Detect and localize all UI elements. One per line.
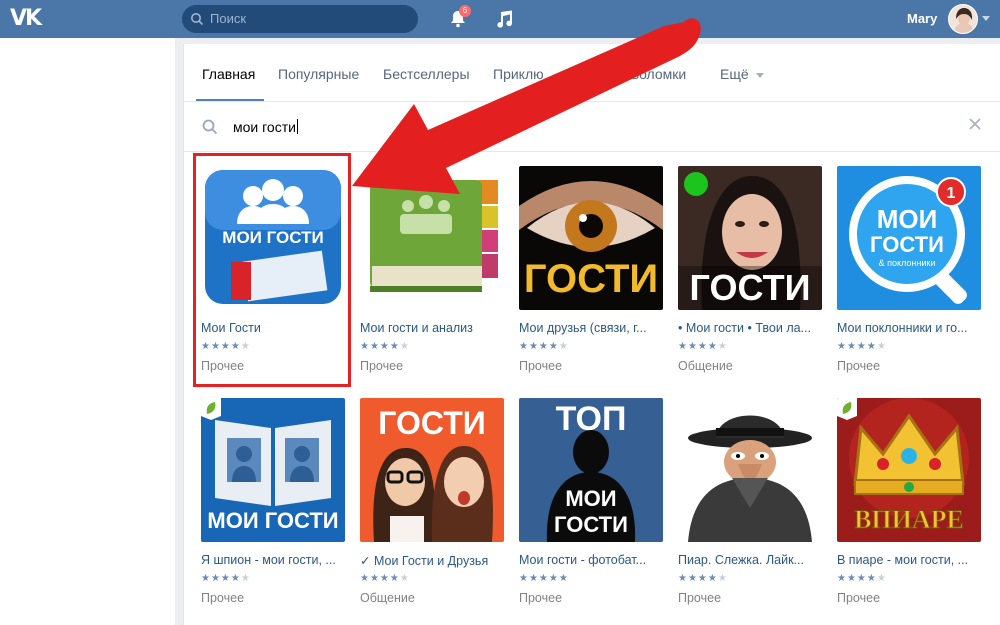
eye-gosti-icon[interactable]: ГОСТИ — [519, 166, 663, 310]
chevron-down-icon[interactable] — [982, 16, 990, 21]
icon-text: ГОСТИ — [870, 232, 944, 257]
left-column — [0, 38, 175, 625]
app-title[interactable]: Мои друзья (связи, г... — [519, 321, 669, 335]
tab-bar: Главная Популярные Бестселлеры Приклю ов… — [184, 44, 1000, 102]
tab-popular[interactable]: Популярные — [278, 66, 359, 82]
apps-search-input[interactable]: мои гости — [233, 119, 298, 135]
app-title[interactable]: Мои гости - фотобат... — [519, 553, 669, 567]
app-title[interactable]: Я шпион - мои гости, ... — [201, 553, 351, 567]
icon-text: МОИ — [877, 204, 938, 234]
icon-text: ВПИАРЕ — [854, 505, 964, 534]
tab-adventures[interactable]: Приклю — [493, 66, 544, 82]
app-title[interactable]: Мои поклонники и го... — [837, 321, 987, 335]
rating-stars: ★★★★★ — [360, 341, 410, 352]
search-placeholder: Поиск — [210, 11, 247, 26]
user-name[interactable]: Mary — [907, 11, 937, 26]
album-moi-gosti-icon[interactable]: МОИ ГОСТИ — [201, 398, 345, 542]
tab-main[interactable]: Главная — [202, 66, 255, 82]
notification-badge: 6 — [459, 5, 471, 17]
app-category: Общение — [360, 591, 415, 605]
search-input[interactable]: Поиск — [182, 5, 418, 33]
icon-text: ГОСТИ — [554, 512, 628, 537]
green-book-icon[interactable] — [360, 166, 504, 310]
app-category: Прочее — [519, 359, 563, 373]
app-category: Общение — [678, 359, 733, 373]
tab-more[interactable]: Ещё — [720, 66, 749, 82]
active-tab-indicator — [196, 99, 264, 101]
avatar[interactable] — [948, 4, 978, 34]
magnifier-moi-gosti-icon[interactable]: МОИ ГОСТИ & поклонники 1 — [837, 166, 981, 310]
rating-stars: ★★★★★ — [360, 573, 410, 584]
rating-stars: ★★★★★ — [519, 341, 569, 352]
icon-text: ГОСТИ — [524, 257, 658, 301]
icon-badge: 1 — [947, 185, 956, 202]
app-category: Прочее — [678, 591, 722, 605]
rating-stars: ★★★★★ — [837, 573, 887, 584]
icon-text: ГОСТИ — [378, 405, 485, 441]
crown-v-piare-icon[interactable]: ВПИАРЕ — [837, 398, 981, 542]
spy-icon[interactable] — [678, 398, 822, 542]
apps-search-value: мои гости — [233, 119, 296, 135]
chevron-down-icon — [756, 73, 764, 78]
top-moi-gosti-icon[interactable]: ТОП МОИ ГОСТИ — [519, 398, 663, 542]
search-icon — [191, 13, 204, 26]
app-category: Прочее — [837, 591, 881, 605]
search-icon — [202, 119, 218, 135]
rating-stars: ★★★★★ — [837, 341, 887, 352]
close-icon[interactable] — [968, 117, 982, 131]
apps-search-bar[interactable]: мои гости — [184, 102, 1000, 152]
app-category: Прочее — [519, 591, 563, 605]
people-gosti-icon[interactable]: ГОСТИ — [360, 398, 504, 542]
icon-text: МОИ — [565, 486, 616, 511]
app-title[interactable]: • Мои гости • Твои ла... — [678, 321, 828, 335]
app-title[interactable]: Мои гости и анализ — [360, 321, 510, 335]
girl-gosti-icon[interactable]: ГОСТИ — [678, 166, 822, 310]
rating-stars: ★★★★★ — [678, 341, 728, 352]
vk-logo[interactable]: VK — [10, 7, 48, 31]
icon-text: & поклонники — [879, 258, 936, 268]
app-category: Прочее — [201, 591, 245, 605]
music-icon[interactable] — [494, 9, 514, 29]
app-category: Прочее — [837, 359, 881, 373]
rating-stars: ★★★★★ — [678, 573, 728, 584]
app-title[interactable]: Пиар. Слежка. Лайк... — [678, 553, 828, 567]
top-bar: VK Поиск 6 Mary — [0, 0, 1000, 38]
app-title[interactable]: В пиаре - мои гости, ... — [837, 553, 987, 567]
tab-puzzles[interactable]: оволомки — [624, 66, 686, 82]
icon-text: ГОСТИ — [690, 267, 811, 308]
rating-stars: ★★★★★ — [519, 573, 569, 584]
icon-text: МОИ ГОСТИ — [207, 508, 338, 533]
highlight-frame — [193, 153, 351, 387]
rating-stars: ★★★★★ — [201, 573, 251, 584]
app-category: Прочее — [360, 359, 404, 373]
app-title[interactable]: ✓ Мои Гости и Друзья — [360, 553, 510, 568]
tab-bestsellers[interactable]: Бестселлеры — [383, 66, 470, 82]
